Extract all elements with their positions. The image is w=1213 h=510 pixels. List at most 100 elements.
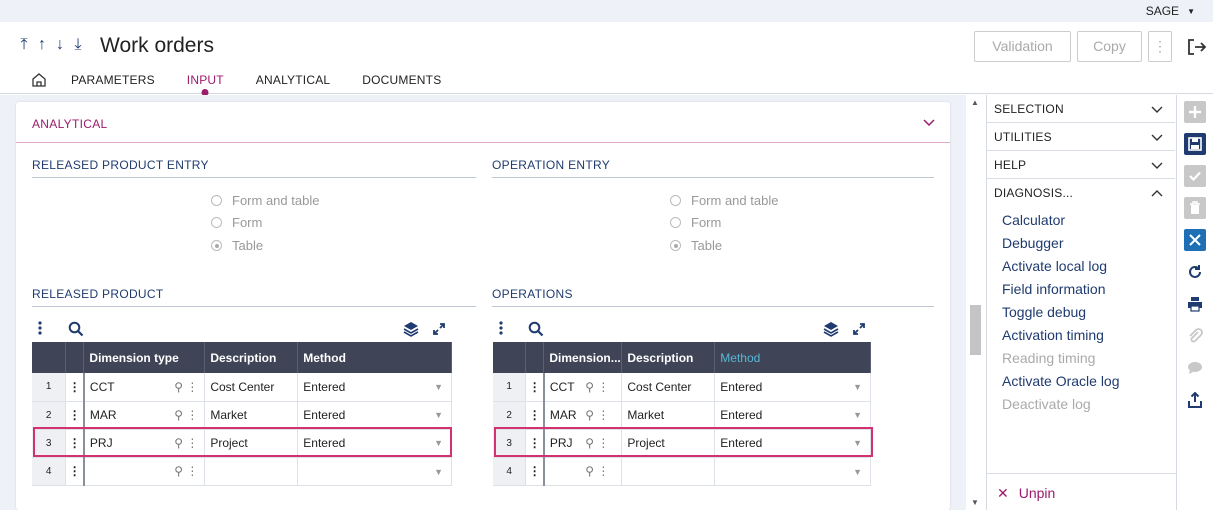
column-header-dimension[interactable]: Dimension... [543, 342, 623, 373]
check-icon[interactable] [1184, 165, 1206, 187]
attachment-icon[interactable] [1184, 325, 1206, 347]
search-icon[interactable] [68, 320, 84, 338]
column-header-method[interactable]: Method [714, 342, 871, 373]
row-menu-icon[interactable]: ⋮ [65, 429, 85, 458]
more-actions-button[interactable]: ⋮ [1148, 31, 1172, 62]
table-row[interactable]: 4 ⋮ ⚲ ⋮ ▼ [32, 457, 452, 486]
tab-analytical[interactable]: ANALYTICAL [256, 73, 330, 87]
home-icon[interactable] [31, 72, 47, 88]
row-menu-icon[interactable]: ⋮ [65, 457, 85, 486]
share-icon[interactable] [1184, 389, 1206, 411]
method-cell[interactable]: Entered ▼ [714, 401, 871, 430]
lookup-icon[interactable]: ⚲ ⋮ [174, 380, 198, 394]
method-cell[interactable]: Entered ▼ [297, 401, 452, 430]
save-icon[interactable] [1184, 133, 1206, 155]
column-header-description[interactable]: Description [204, 342, 299, 373]
grid-menu-icon[interactable] [36, 319, 44, 337]
refresh-icon[interactable] [1184, 261, 1206, 283]
dropdown-arrow-icon[interactable]: ▼ [434, 438, 443, 448]
sidebar-selection[interactable]: SELECTION [987, 95, 1175, 123]
column-header-method[interactable]: Method [297, 342, 452, 373]
method-cell[interactable]: Entered ▼ [297, 373, 452, 402]
column-header-dimension-type[interactable]: Dimension type [83, 342, 206, 373]
first-record-icon[interactable]: ⤒ [17, 36, 31, 54]
dimension-type-cell[interactable]: ⚲ ⋮ [83, 457, 206, 486]
user-menu[interactable]: SAGE ▼ [1146, 4, 1195, 18]
layers-icon[interactable] [403, 320, 419, 338]
table-row[interactable]: 2 ⋮ MAR ⚲ ⋮ Market Entered ▼ [32, 401, 452, 430]
last-record-icon[interactable]: ⤓ [71, 36, 85, 54]
grid-menu-icon[interactable] [497, 319, 505, 337]
lookup-icon[interactable]: ⚲ ⋮ [174, 436, 198, 450]
dimension-type-cell[interactable]: MAR ⚲ ⋮ [83, 401, 206, 430]
lookup-icon[interactable]: ⚲ ⋮ [174, 408, 198, 422]
dimension-cell[interactable]: PRJ ⚲ ⋮ [543, 429, 623, 458]
scroll-thumb[interactable] [970, 305, 981, 355]
lookup-icon[interactable]: ⚲ ⋮ [585, 408, 609, 422]
method-cell[interactable]: ▼ [297, 457, 452, 486]
scroll-down-icon[interactable]: ▼ [971, 498, 979, 507]
lookup-icon[interactable]: ⚲ ⋮ [585, 436, 609, 450]
lookup-icon[interactable]: ⚲ ⋮ [585, 380, 609, 394]
search-icon[interactable] [528, 320, 544, 338]
sidebar-diagnosis[interactable]: DIAGNOSIS... [987, 179, 1175, 207]
dropdown-arrow-icon[interactable]: ▼ [853, 438, 862, 448]
released-radio-form-table[interactable]: Form and table [211, 193, 319, 208]
column-header-description[interactable]: Description [621, 342, 716, 373]
print-icon[interactable] [1184, 293, 1206, 315]
diagnosis-item-debugger[interactable]: Debugger [1002, 232, 1175, 255]
sidebar-utilities[interactable]: UTILITIES [987, 123, 1175, 151]
method-cell[interactable]: ▼ [714, 457, 871, 486]
dropdown-arrow-icon[interactable]: ▼ [853, 410, 862, 420]
tab-documents[interactable]: DOCUMENTS [362, 73, 441, 87]
lookup-icon[interactable]: ⚲ ⋮ [174, 464, 198, 478]
delete-icon[interactable] [1184, 197, 1206, 219]
row-menu-icon[interactable]: ⋮ [525, 373, 545, 402]
unpin-button[interactable]: ✕ Unpin [987, 473, 1176, 510]
lookup-icon[interactable]: ⚲ ⋮ [585, 464, 609, 478]
row-menu-icon[interactable]: ⋮ [525, 457, 545, 486]
exit-icon[interactable] [1187, 38, 1207, 56]
section-header[interactable]: ANALYTICAL [16, 102, 950, 143]
validation-button[interactable]: Validation [974, 31, 1071, 62]
next-record-icon[interactable]: ↓ [53, 36, 67, 54]
close-icon[interactable] [1184, 229, 1206, 251]
diagnosis-item-activate-oracle-log[interactable]: Activate Oracle log [1002, 370, 1175, 393]
dropdown-arrow-icon[interactable]: ▼ [853, 382, 862, 392]
operation-radio-form[interactable]: Form [670, 215, 721, 230]
row-menu-icon[interactable]: ⋮ [525, 401, 545, 430]
released-radio-table[interactable]: Table [211, 238, 263, 253]
layers-icon[interactable] [823, 320, 839, 338]
operation-radio-form-table[interactable]: Form and table [670, 193, 778, 208]
scroll-up-icon[interactable]: ▲ [971, 98, 979, 107]
table-row[interactable]: 2 ⋮ MAR ⚲ ⋮ Market Entered ▼ [493, 401, 871, 430]
dropdown-arrow-icon[interactable]: ▼ [434, 382, 443, 392]
dropdown-arrow-icon[interactable]: ▼ [853, 467, 862, 477]
row-menu-icon[interactable]: ⋮ [65, 373, 85, 402]
tab-input[interactable]: INPUT [187, 73, 224, 87]
row-menu-icon[interactable]: ⋮ [525, 429, 545, 458]
diagnosis-item-activate-local-log[interactable]: Activate local log [1002, 255, 1175, 278]
expand-icon[interactable] [852, 320, 866, 338]
dimension-type-cell[interactable]: PRJ ⚲ ⋮ [83, 429, 206, 458]
table-row[interactable]: 3 ⋮ PRJ ⚲ ⋮ Project Entered ▼ [32, 429, 452, 458]
tab-parameters[interactable]: PARAMETERS [71, 73, 155, 87]
method-cell[interactable]: Entered ▼ [714, 429, 871, 458]
add-icon[interactable] [1184, 101, 1206, 123]
table-row[interactable]: 4 ⋮ ⚲ ⋮ ▼ [493, 457, 871, 486]
dimension-type-cell[interactable]: CCT ⚲ ⋮ [83, 373, 206, 402]
method-cell[interactable]: Entered ▼ [297, 429, 452, 458]
dimension-cell[interactable]: MAR ⚲ ⋮ [543, 401, 623, 430]
diagnosis-item-calculator[interactable]: Calculator [1002, 209, 1175, 232]
vertical-scrollbar[interactable]: ▲ ▼ [966, 95, 985, 510]
dimension-cell[interactable]: ⚲ ⋮ [543, 457, 623, 486]
expand-icon[interactable] [432, 320, 446, 338]
chevron-down-icon[interactable] [922, 116, 936, 130]
sidebar-help[interactable]: HELP [987, 151, 1175, 179]
dropdown-arrow-icon[interactable]: ▼ [434, 467, 443, 477]
dropdown-arrow-icon[interactable]: ▼ [434, 410, 443, 420]
table-row[interactable]: 1 ⋮ CCT ⚲ ⋮ Cost Center Entered ▼ [32, 373, 452, 402]
operation-radio-table[interactable]: Table [670, 238, 722, 253]
comment-icon[interactable] [1184, 357, 1206, 379]
table-row[interactable]: 3 ⋮ PRJ ⚲ ⋮ Project Entered ▼ [493, 429, 871, 458]
